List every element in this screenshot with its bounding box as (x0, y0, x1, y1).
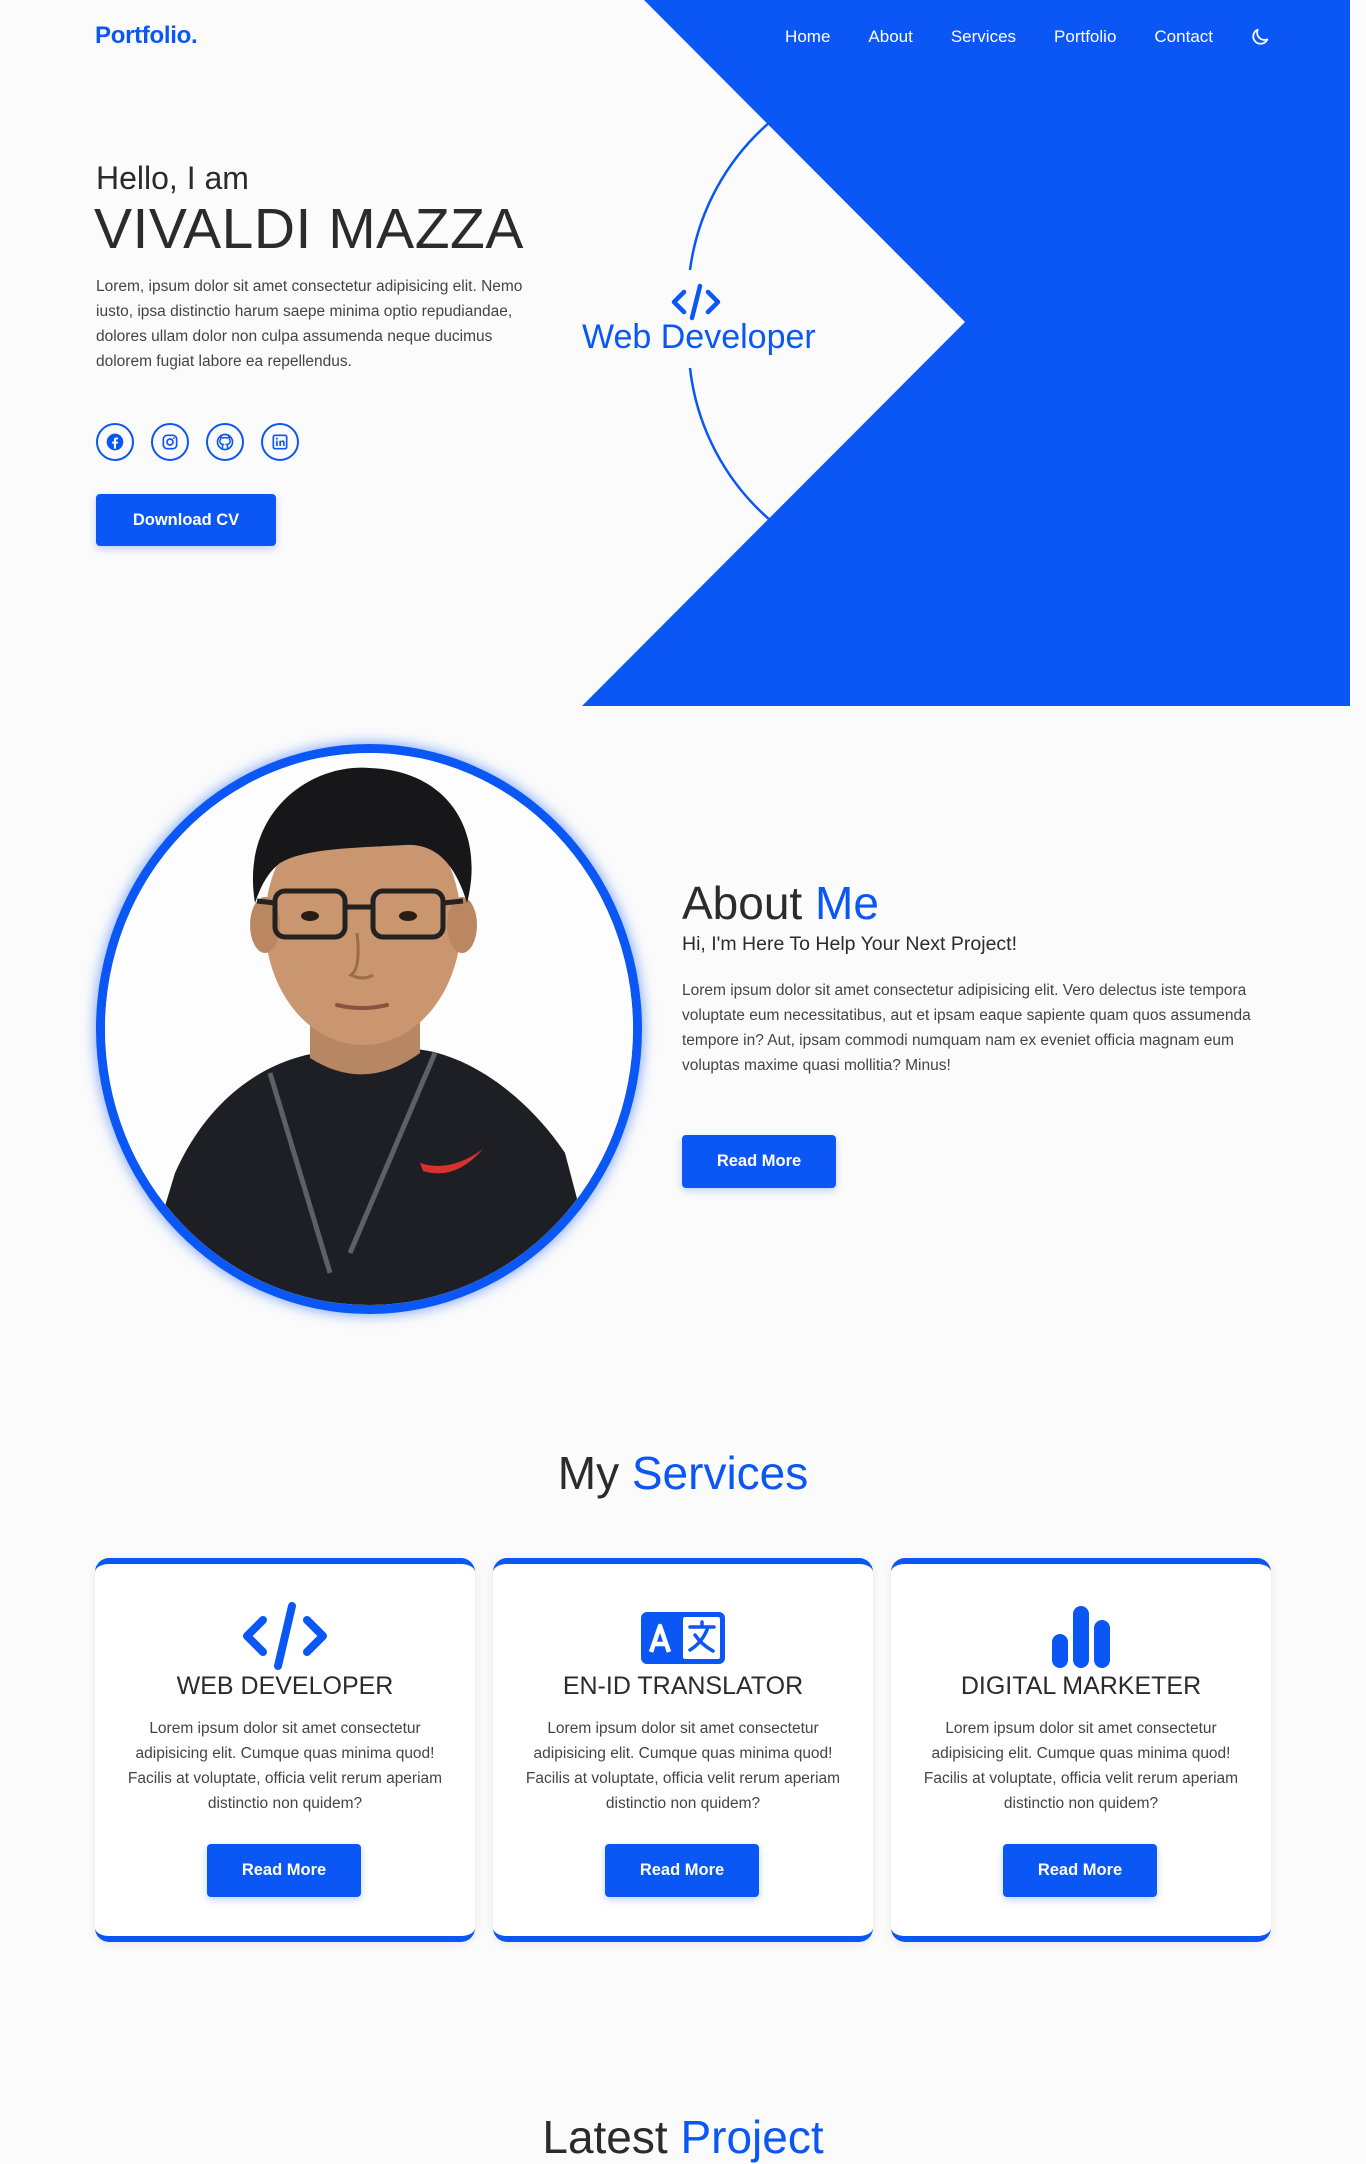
nav-contact[interactable]: Contact (1154, 27, 1213, 47)
nav-portfolio[interactable]: Portfolio (1054, 27, 1116, 47)
moon-icon[interactable] (1249, 26, 1271, 48)
logo[interactable]: Portfolio. (95, 22, 198, 50)
instagram-link[interactable] (151, 423, 189, 461)
nav-home[interactable]: Home (785, 27, 830, 47)
about-title: About Me (682, 877, 879, 929)
github-link[interactable] (206, 423, 244, 461)
bar-chart-icon (1052, 1606, 1110, 1668)
service-title: WEB DEVELOPER (176, 1672, 394, 1700)
service-title: DIGITAL MARKETER (960, 1672, 1202, 1700)
profile-photo (96, 744, 642, 1314)
profile-photo-illustration (105, 753, 633, 1305)
service-card-translator: EN-ID TRANSLATOR Lorem ipsum dolor sit a… (493, 1558, 873, 1942)
facebook-icon (106, 433, 124, 451)
instagram-icon (162, 434, 178, 450)
main-nav: Home About Services Portfolio Contact (785, 26, 1271, 48)
service-title: EN-ID TRANSLATOR (562, 1672, 804, 1700)
social-links (96, 423, 299, 461)
nav-services[interactable]: Services (951, 27, 1016, 47)
hero-role: Web Developer (582, 318, 816, 356)
service-description: Lorem ipsum dolor sit amet consectetur a… (127, 1720, 443, 1812)
nav-about[interactable]: About (868, 27, 912, 47)
service-read-more-button[interactable]: Read More (207, 1844, 361, 1897)
github-icon (216, 433, 234, 451)
service-read-more-button[interactable]: Read More (605, 1844, 759, 1897)
about-subtitle: Hi, I'm Here To Help Your Next Project! (682, 933, 1018, 955)
linkedin-icon (272, 434, 288, 450)
facebook-link[interactable] (96, 423, 134, 461)
about-description: Lorem ipsum dolor sit amet consectetur a… (682, 982, 1251, 1074)
code-icon (671, 283, 721, 321)
services-title: My Services (557, 1447, 809, 1499)
latest-project-title: Latest Project (542, 2111, 824, 2163)
service-read-more-button[interactable]: Read More (1003, 1844, 1157, 1897)
service-description: Lorem ipsum dolor sit amet consectetur a… (525, 1720, 841, 1812)
hero-description: Lorem, ipsum dolor sit amet consectetur … (96, 278, 523, 370)
service-description: Lorem ipsum dolor sit amet consectetur a… (923, 1720, 1239, 1812)
hero-name: VIVALDI MAZZA (94, 197, 524, 261)
service-card-digital-marketer: DIGITAL MARKETER Lorem ipsum dolor sit a… (891, 1558, 1271, 1942)
linkedin-link[interactable] (261, 423, 299, 461)
hero-greeting: Hello, I am (96, 160, 249, 196)
code-icon (243, 1602, 327, 1670)
service-card-web-developer: WEB DEVELOPER Lorem ipsum dolor sit amet… (95, 1558, 475, 1942)
download-cv-button[interactable]: Download CV (96, 494, 276, 546)
translate-icon (641, 1612, 725, 1664)
about-read-more-button[interactable]: Read More (682, 1135, 836, 1188)
